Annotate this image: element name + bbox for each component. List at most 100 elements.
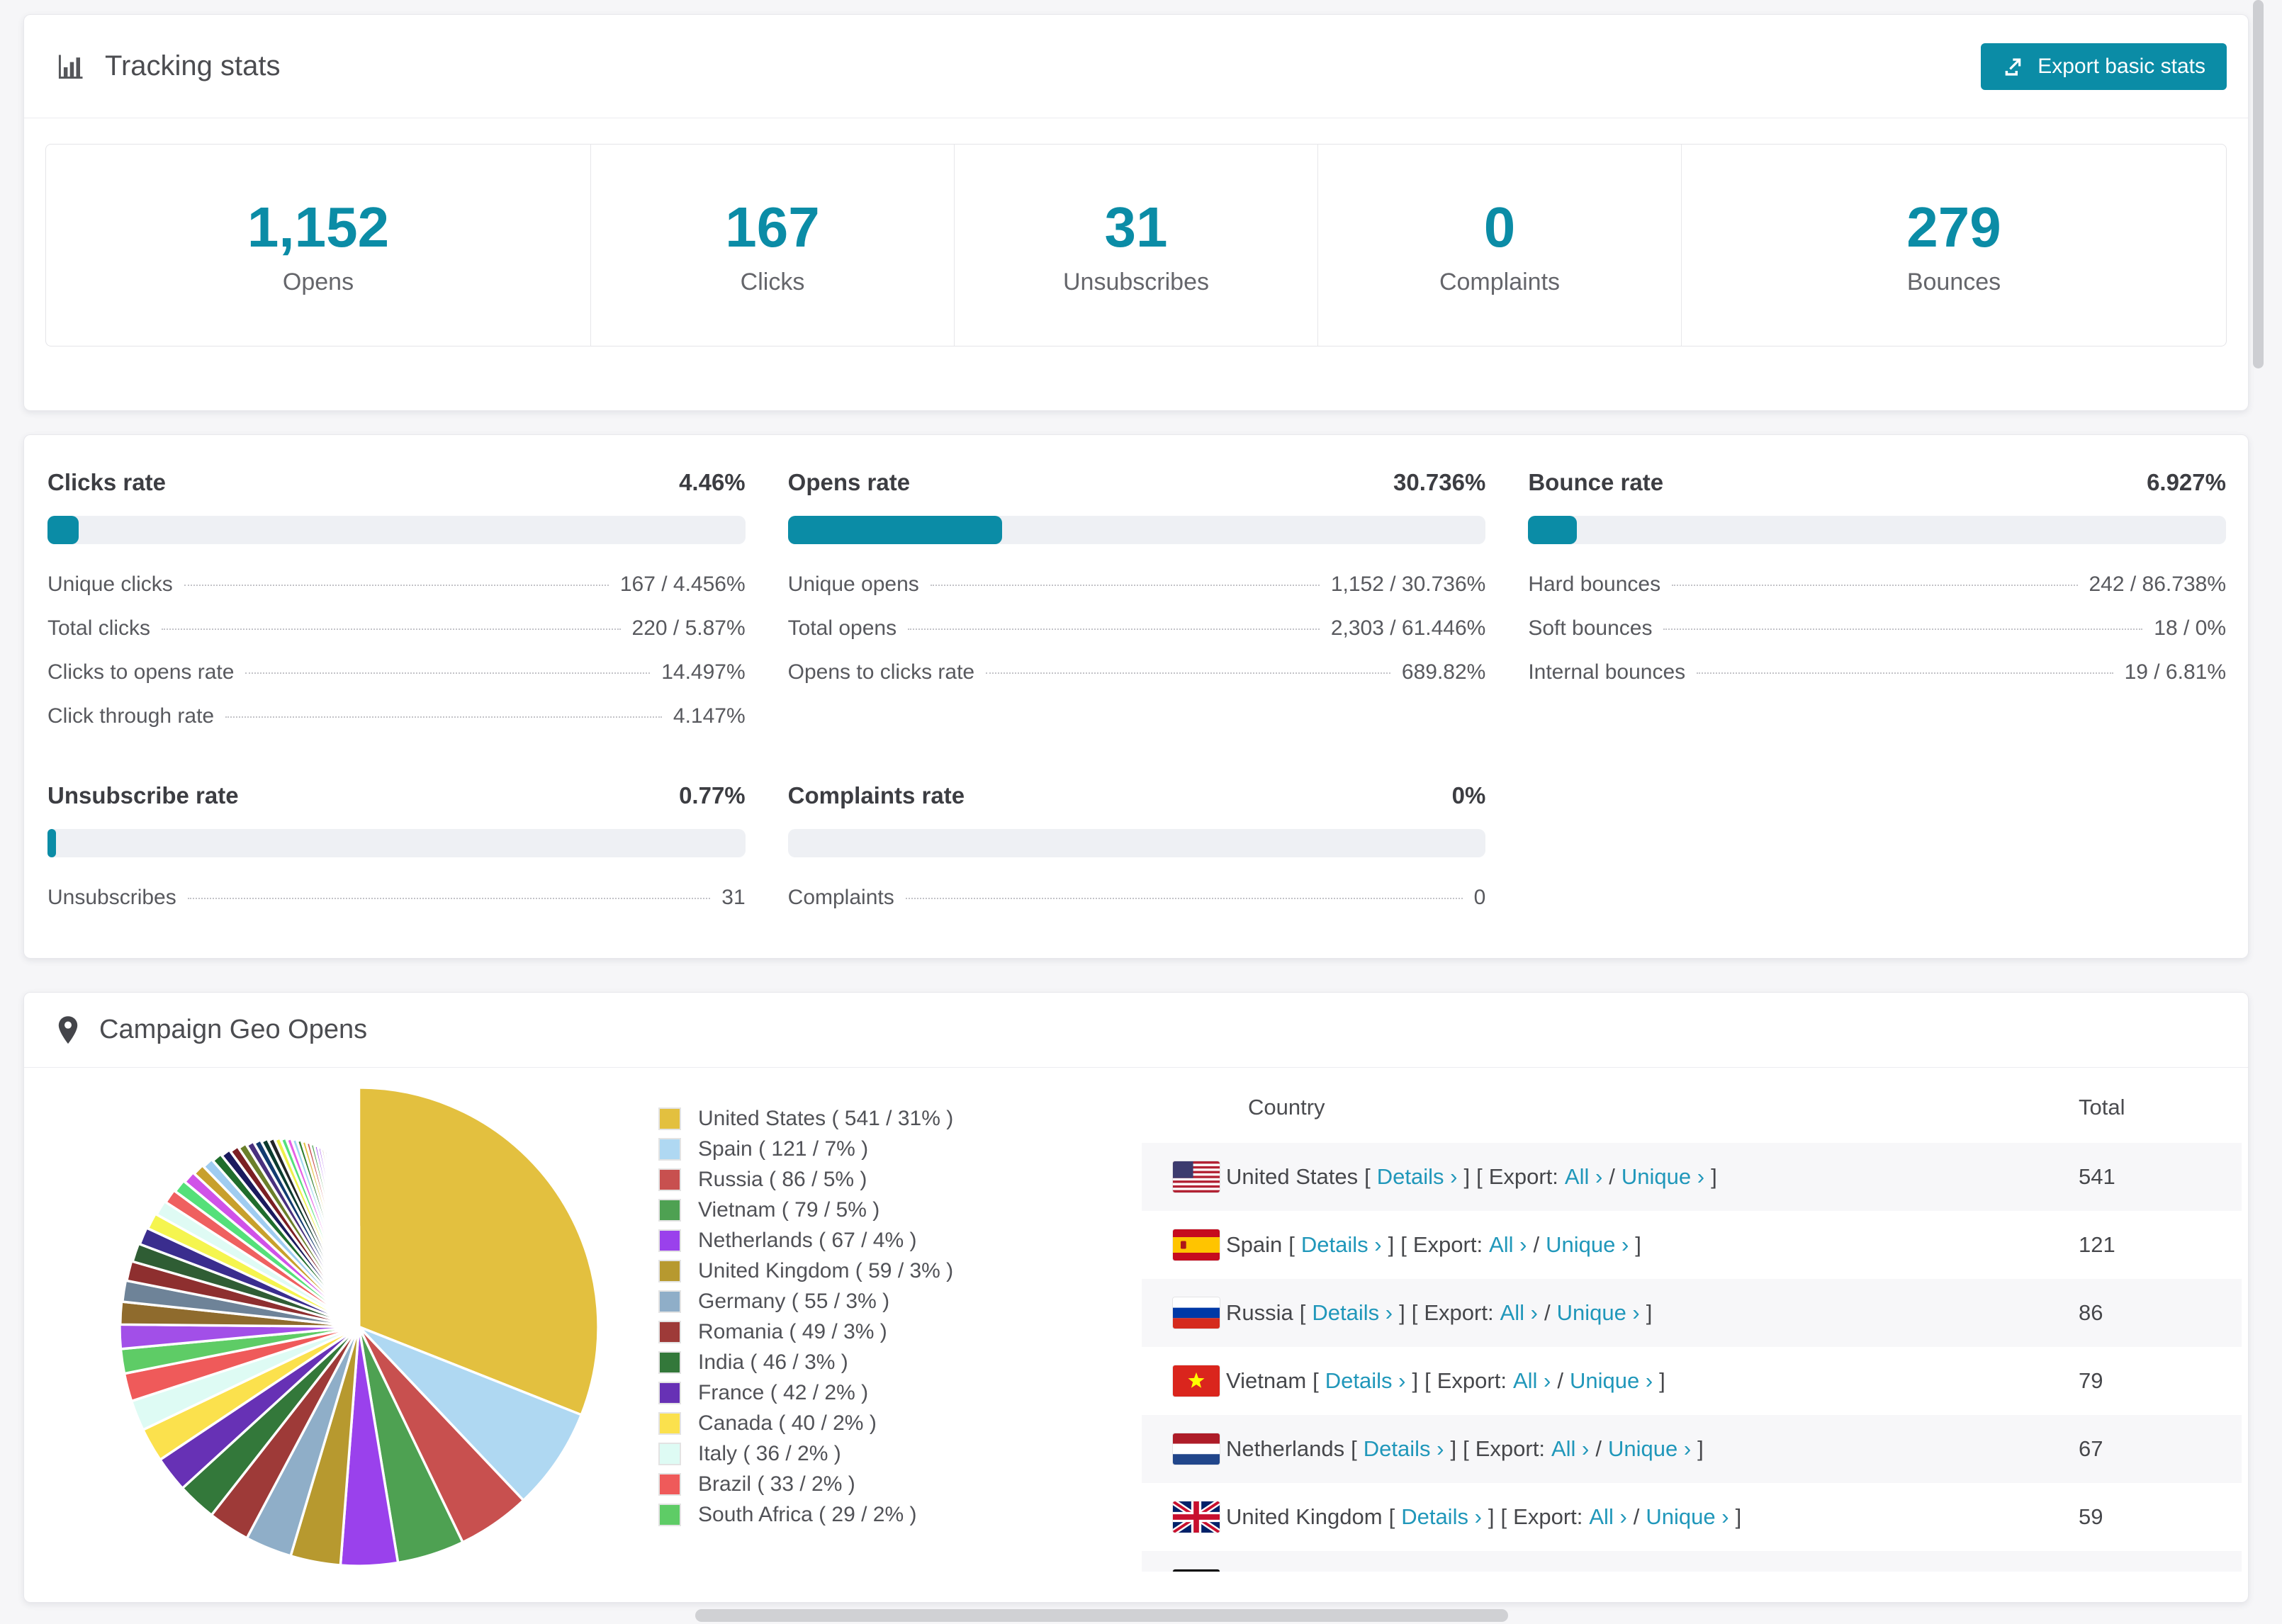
rate-stat-label: Soft bounces [1528,616,1653,640]
complaints-rate-title: Complaints rate [787,782,965,808]
details-link[interactable]: Details › [1301,1232,1382,1258]
complaints-rate-bar [787,829,1486,857]
country-cell: Spain[Details ›][Export: All › / Unique ›] [1173,1229,2079,1261]
legend-item-russia: Russia ( 86 / 5% ) [658,1164,953,1195]
clicks-rate-title: Clicks rate [47,469,166,495]
country-name: Vietnam [1226,1368,1307,1393]
summary-stat-label: Bounces [1906,268,2001,295]
export-unique-link[interactable]: Unique › [1646,1504,1729,1530]
table-row-de: Germany[Details ›][Export:All ›/Unique ›… [1142,1551,2242,1572]
dotted-leader [908,628,1320,630]
legend-label: Brazil ( 33 / 2% ) [698,1472,855,1496]
export-unique-link[interactable]: Unique › [1546,1232,1629,1258]
vertical-scrollbar-thumb[interactable] [2253,0,2264,368]
geo-legend: United States ( 541 / 31% ) Spain ( 121 /… [658,1103,953,1530]
total-value: 541 [2079,1164,2115,1189]
legend-color-swatch [658,1137,681,1161]
bracket: ] [1412,1368,1419,1393]
rate-block-unsubscribe: Unsubscribe rate 0.77% Unsubscribes 31 [47,782,746,920]
geo-table-header: Country Total [1142,1072,2242,1143]
export-all-link[interactable]: All › [1565,1164,1602,1190]
export-all-link[interactable]: All › [1589,1504,1626,1530]
rate-stat-value: 4.147% [673,704,746,728]
geo-title-text: Campaign Geo Opens [99,1015,368,1044]
opens-rate-title: Opens rate [787,469,911,495]
rate-stat-row: Unsubscribes 31 [47,876,746,920]
rate-stat-value: 31 [721,886,746,909]
legend-item-united-kingdom: United Kingdom ( 59 / 3% ) [658,1256,953,1286]
bracket: ] [1399,1300,1405,1325]
bracket: ] [1388,1232,1395,1257]
export-basic-stats-button[interactable]: Export basic stats [1981,43,2227,90]
export-unique-link[interactable]: Unique › [1621,1164,1704,1190]
bracket: [ [1424,1368,1431,1393]
unsubscribe-rate-bar [47,829,746,857]
summary-stat-label: Complaints [1439,268,1561,295]
legend-color-swatch [658,1503,681,1526]
ru-flag-icon [1173,1297,1220,1329]
dotted-leader [930,585,1320,586]
dotted-leader [986,672,1390,674]
details-link[interactable]: Details › [1364,1436,1444,1462]
rate-stat-row: Complaints 0 [788,876,1486,920]
dotted-leader [184,585,609,586]
legend-label: Vietnam ( 79 / 5% ) [698,1197,880,1222]
rate-stat-row: Click through rate 4.147% [47,694,746,738]
export-all-link[interactable]: All › [1489,1232,1527,1258]
legend-color-swatch [658,1290,681,1313]
legend-item-united-states: United States ( 541 / 31% ) [658,1103,953,1134]
total-value: 59 [2079,1504,2103,1529]
tracking-stats-title-text: Tracking stats [105,50,281,81]
geo-pie-chart [113,1081,605,1577]
rate-stat-row: Soft bounces 18 / 0% [1528,607,2226,650]
bracket: ] [1463,1164,1471,1189]
country-name: Russia [1226,1300,1293,1325]
rate-stat-row: Internal bounces 19 / 6.81% [1528,650,2226,694]
geo-body: United States ( 541 / 31% ) Spain ( 121 /… [24,1068,2248,1602]
bracket: ] [1488,1504,1495,1529]
details-link[interactable]: Details › [1312,1300,1393,1326]
legend-item-canada: Canada ( 40 / 2% ) [658,1408,953,1438]
export-label: Export: [1488,1164,1558,1189]
bracket: [ [1500,1504,1507,1529]
country-name: Netherlands [1226,1436,1345,1461]
details-link[interactable]: Details › [1377,1164,1458,1190]
bracket: [ [1313,1368,1319,1393]
de-flag-icon [1173,1569,1220,1572]
bracket: [ [1299,1300,1306,1325]
legend-color-swatch [658,1381,681,1404]
bar-chart-icon [55,51,86,82]
export-label: Export: [1424,1300,1494,1325]
export-all-link[interactable]: All › [1513,1368,1551,1394]
summary-stat-value: 279 [1906,195,2001,259]
bracket: ] [1711,1164,1717,1189]
summary-stat-label: Unsubscribes [1063,268,1209,295]
export-icon [2002,55,2025,78]
vn-flag-icon [1173,1365,1220,1397]
details-link[interactable]: Details › [1325,1368,1406,1394]
bracket: ] [1659,1368,1665,1393]
legend-label: Netherlands ( 67 / 4% ) [698,1228,917,1252]
rate-stat-value: 167 / 4.456% [619,573,746,596]
campaign-geo-opens-card: Campaign Geo Opens United States ( 541 /… [23,992,2249,1603]
legend-item-india: India ( 46 / 3% ) [658,1347,953,1377]
slash-separator: / [1609,1164,1615,1189]
rate-stat-value: 2,303 / 61.446% [1330,616,1486,640]
rate-stat-value: 19 / 6.81% [2124,660,2226,684]
export-all-link[interactable]: All › [1500,1300,1538,1326]
export-unique-link[interactable]: Unique › [1557,1300,1640,1326]
table-row-us: United States[Details ›][Export: All › / Un… [1142,1143,2242,1211]
summary-stat-value: 1,152 [247,195,390,259]
bracket: [ [1411,1300,1418,1325]
export-unique-link[interactable]: Unique › [1608,1436,1691,1462]
rate-stat-value: 0 [1473,886,1486,909]
export-all-link[interactable]: All › [1551,1436,1589,1462]
horizontal-scrollbar-thumb[interactable] [695,1609,1508,1622]
bounce-rate-title: Bounce rate [1528,469,1664,495]
details-link[interactable]: Details › [1401,1504,1482,1530]
country-column-header: Country [1248,1095,1325,1120]
rate-block-opens: Opens rate 30.736% Unique opens 1,152 / 3… [787,469,1486,694]
rate-stat-value: 14.497% [661,660,746,684]
export-unique-link[interactable]: Unique › [1570,1368,1653,1394]
rate-stat-row: Hard bounces 242 / 86.738% [1528,563,2226,607]
